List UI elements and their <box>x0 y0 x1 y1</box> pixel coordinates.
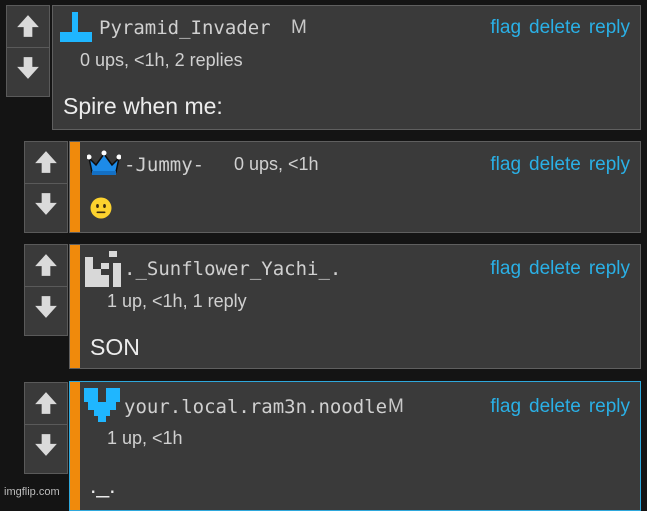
vote-box <box>24 244 68 336</box>
comment-meta: 0 ups, <1h, 2 replies <box>80 50 243 70</box>
comment-actions: flag delete reply <box>482 17 630 39</box>
comment-card: your.local.ram3n.noodle M 1 up, <1h flag… <box>69 381 641 511</box>
vote-box <box>24 382 68 474</box>
arrow-down-icon <box>35 434 57 456</box>
comment-body: Spire when me: <box>63 93 223 119</box>
flag-link[interactable]: flag <box>490 258 521 279</box>
comment-actions: flag delete reply <box>482 396 630 418</box>
reply-stripe <box>70 245 80 368</box>
white-pixel-icon <box>85 251 121 287</box>
upvote-button[interactable] <box>7 6 49 46</box>
vote-box <box>6 5 50 97</box>
username[interactable]: -Jummy- <box>124 154 204 176</box>
mod-badge: M <box>388 396 404 417</box>
arrow-up-icon <box>17 15 39 37</box>
blue-heart-pixel-icon <box>84 388 120 422</box>
reply-link[interactable]: reply <box>589 154 630 175</box>
downvote-button[interactable] <box>25 183 67 224</box>
delete-link[interactable]: delete <box>529 396 581 417</box>
downvote-button[interactable] <box>25 424 67 465</box>
upvote-button[interactable] <box>25 245 67 285</box>
mod-badge: M <box>291 17 307 38</box>
arrow-up-icon <box>35 392 57 414</box>
username[interactable]: ._Sunflower_Yachi_. <box>124 258 341 280</box>
comment-meta: 1 up, <1h <box>107 428 183 448</box>
comment-card: -Jummy- 0 ups, <1h flag delete reply <box>69 141 641 233</box>
upvote-button[interactable] <box>25 383 67 423</box>
reply-link[interactable]: reply <box>589 17 630 38</box>
arrow-down-icon <box>35 296 57 318</box>
flag-link[interactable]: flag <box>490 17 521 38</box>
delete-link[interactable]: delete <box>529 258 581 279</box>
comment-card: ._Sunflower_Yachi_. 1 up, <1h, 1 reply f… <box>69 244 641 369</box>
imgflip-watermark: imgflip.com <box>4 486 60 498</box>
comment-meta: 0 ups, <1h <box>234 154 319 174</box>
neutral-face-emoji <box>90 197 112 219</box>
flag-link[interactable]: flag <box>490 154 521 175</box>
comment-body: ._. <box>90 472 116 498</box>
vote-box <box>24 141 68 233</box>
downvote-button[interactable] <box>25 286 67 327</box>
arrow-up-icon <box>35 151 57 173</box>
arrow-up-icon <box>35 254 57 276</box>
flag-link[interactable]: flag <box>490 396 521 417</box>
comment-actions: flag delete reply <box>482 258 630 280</box>
delete-link[interactable]: delete <box>529 17 581 38</box>
upvote-button[interactable] <box>25 142 67 182</box>
reply-link[interactable]: reply <box>589 396 630 417</box>
comment-actions: flag delete reply <box>482 154 630 176</box>
reply-stripe <box>70 142 80 232</box>
comment-meta: 1 up, <1h, 1 reply <box>107 291 247 311</box>
username[interactable]: your.local.ram3n.noodle <box>124 396 387 418</box>
username[interactable]: Pyramid_Invader <box>99 17 271 39</box>
comment-body: SON <box>90 334 140 360</box>
blue-pixel-icon <box>60 12 92 42</box>
arrow-down-icon <box>17 57 39 79</box>
reply-link[interactable]: reply <box>589 258 630 279</box>
comment-card: Pyramid_Invader M 0 ups, <1h, 2 replies … <box>52 5 641 130</box>
arrow-down-icon <box>35 193 57 215</box>
reply-stripe <box>70 382 80 510</box>
downvote-button[interactable] <box>7 47 49 88</box>
crown-icon <box>87 150 121 175</box>
delete-link[interactable]: delete <box>529 154 581 175</box>
